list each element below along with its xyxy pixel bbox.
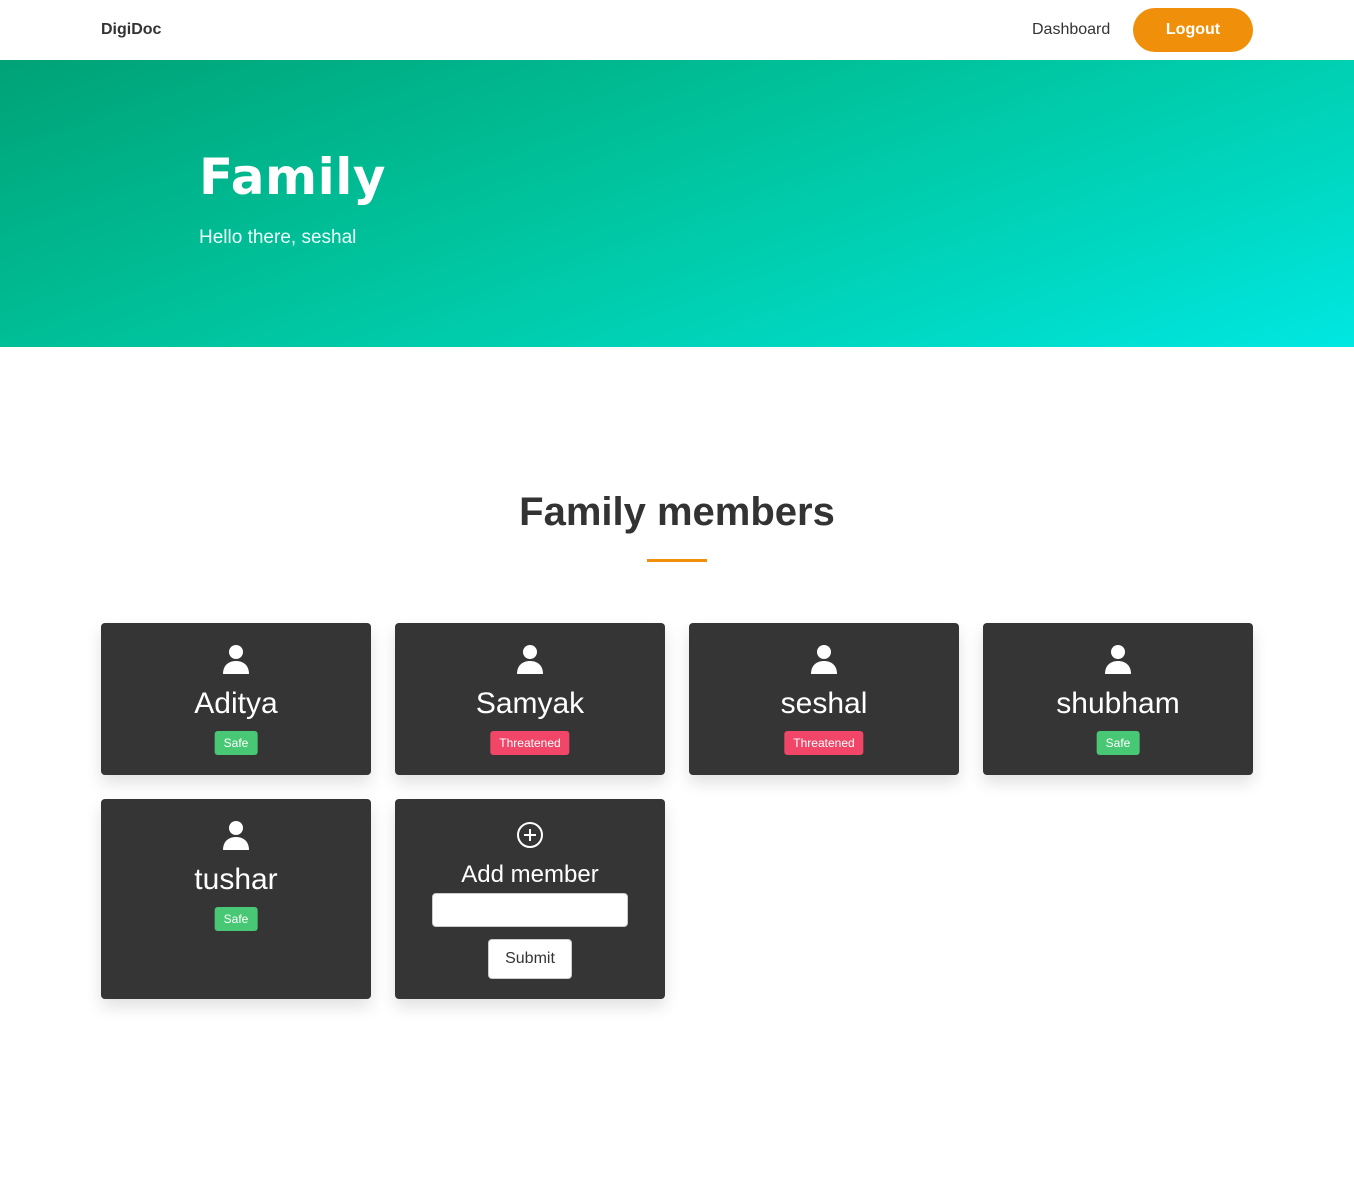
- member-card[interactable]: shubham Safe: [983, 623, 1253, 775]
- member-name: tushar: [194, 863, 278, 896]
- member-name: Samyak: [475, 687, 585, 720]
- hero-banner: Family Hello there, seshal: [0, 60, 1354, 347]
- member-name: Aditya: [194, 687, 278, 720]
- page-title: Family: [199, 148, 386, 206]
- status-badge: Threatened: [490, 731, 570, 755]
- section-title: Family members: [519, 490, 835, 534]
- status-badge: Safe: [214, 907, 258, 931]
- submit-button[interactable]: Submit: [488, 939, 572, 979]
- plus-circle-icon: [517, 822, 543, 848]
- member-name: shubham: [1056, 687, 1180, 720]
- member-name-input[interactable]: [432, 893, 628, 927]
- section-divider: [647, 559, 707, 562]
- navbar: DigiDoc Dashboard Logout: [0, 0, 1354, 60]
- user-icon: [517, 645, 543, 674]
- user-icon: [223, 645, 249, 674]
- dashboard-link[interactable]: Dashboard: [1032, 21, 1110, 39]
- user-icon: [223, 821, 249, 850]
- member-name: seshal: [780, 687, 868, 720]
- member-card[interactable]: Samyak Threatened: [395, 623, 665, 775]
- user-icon: [1105, 645, 1131, 674]
- member-card[interactable]: seshal Threatened: [689, 623, 959, 775]
- brand-logo[interactable]: DigiDoc: [101, 21, 161, 39]
- status-badge: Safe: [1096, 731, 1140, 755]
- member-card[interactable]: tushar Safe: [101, 799, 371, 999]
- add-member-label: Add member: [461, 861, 599, 888]
- add-member-card: Add member Submit: [395, 799, 665, 999]
- status-badge: Threatened: [784, 731, 864, 755]
- member-card[interactable]: Aditya Safe: [101, 623, 371, 775]
- greeting-text: Hello there, seshal: [199, 227, 357, 248]
- status-badge: Safe: [214, 731, 258, 755]
- user-icon: [811, 645, 837, 674]
- logout-button[interactable]: Logout: [1133, 8, 1253, 52]
